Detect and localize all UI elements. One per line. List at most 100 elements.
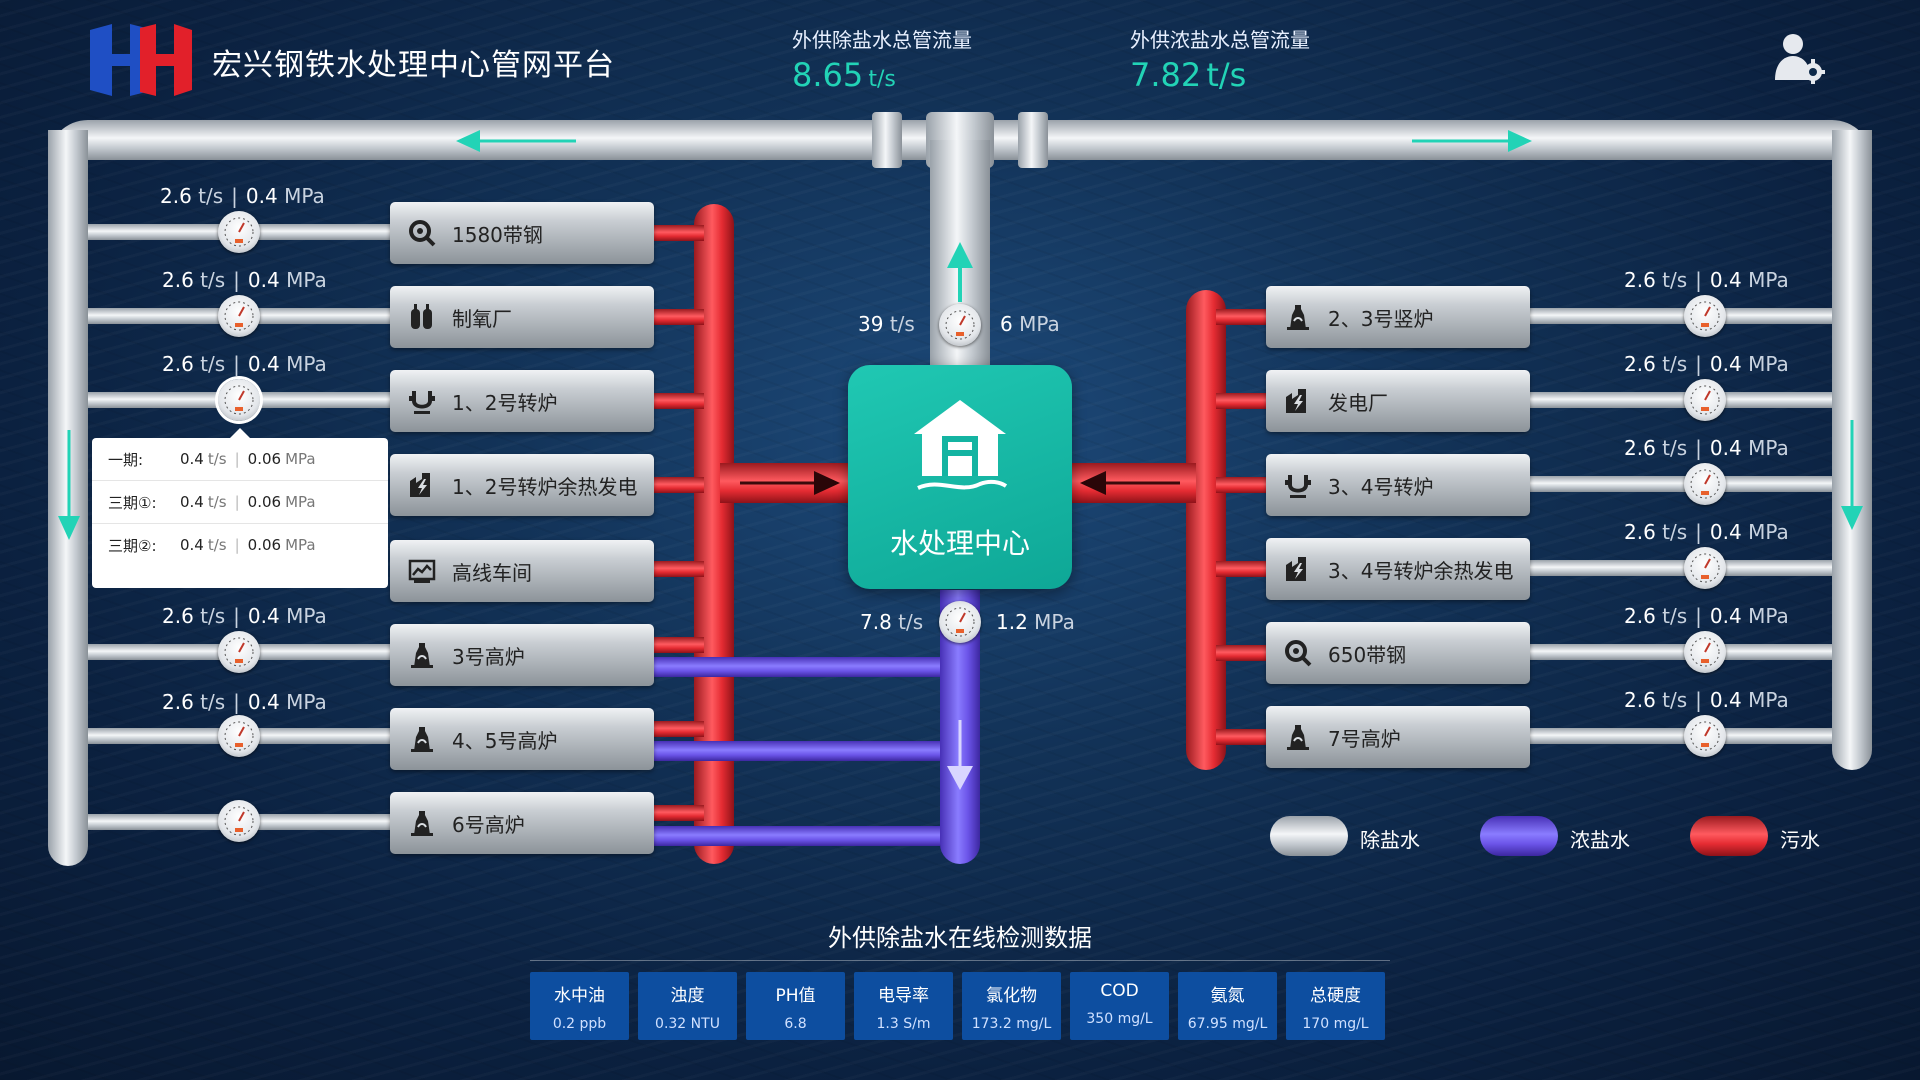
flow-value: 2.6 xyxy=(1624,520,1656,544)
branch-pipe xyxy=(1524,308,1832,324)
popup-pointer xyxy=(230,428,250,438)
monitor-cell-turbidity: 浊度 0.32 NTU xyxy=(638,972,737,1040)
plant-converter-3-4[interactable]: 3、4号转炉 xyxy=(1266,454,1530,516)
plant-shaft-furnace-2-3[interactable]: 2、3号竖炉 xyxy=(1266,286,1530,348)
plant-label: 7号高炉 xyxy=(1328,726,1401,751)
pressure-gauge[interactable] xyxy=(1684,379,1726,421)
branch-reading: 2.6 t/s | 0.4 MPa xyxy=(162,352,327,376)
branch-reading: 2.6 t/s | 0.4 MPa xyxy=(162,690,327,714)
page-title: 宏兴钢铁水处理中心管网平台 xyxy=(212,48,615,83)
converter-icon xyxy=(1285,475,1311,498)
monitor-item-value: 350 mg/L xyxy=(1086,1011,1153,1027)
pressure-gauge-main-outlet[interactable] xyxy=(939,304,981,346)
monitor-item-name: PH值 xyxy=(775,986,816,1006)
flow-arrow-down-icon xyxy=(58,430,80,540)
inflow-arrow-right-icon xyxy=(740,471,840,495)
flow-unit: t/s xyxy=(200,604,226,628)
plant-blast-furnace-6[interactable]: 6号高炉 xyxy=(390,792,654,854)
inflow-arrow-left-icon xyxy=(1080,471,1180,495)
plant-label: 1580带钢 xyxy=(452,222,543,247)
pressure-value: 0.4 xyxy=(1709,688,1742,712)
popup-pressure: 0.06 xyxy=(247,450,282,468)
plant-label: 高线车间 xyxy=(452,560,532,585)
monitor-title: 外供除盐水在线检测数据 xyxy=(828,924,1092,952)
plant-converter-1-2-heat-power[interactable]: 1、2号转炉余热发电 xyxy=(390,454,654,516)
plant-1580-strip-steel[interactable]: 1580带钢 xyxy=(390,202,654,264)
pressure-gauge[interactable] xyxy=(218,715,260,757)
popup-flow-unit: t/s xyxy=(207,450,227,468)
plant-label: 1、2号转炉余热发电 xyxy=(452,474,638,499)
plant-oxygen[interactable]: 制氧厂 xyxy=(390,286,654,348)
pressure-gauge[interactable] xyxy=(1684,715,1726,757)
popup-row-label: 三期①: xyxy=(108,493,157,512)
legend-swatch-sewage xyxy=(1690,816,1768,856)
pressure-gauge[interactable] xyxy=(218,800,260,842)
branch-reading: 2.6 t/s | 0.4 MPa xyxy=(1624,352,1789,376)
center-label: 水处理中心 xyxy=(889,527,1030,560)
plant-blast-furnace-4-5[interactable]: 4、5号高炉 xyxy=(390,708,654,770)
plant-converter-3-4-heat-power[interactable]: 3、4号转炉余热发电 xyxy=(1266,538,1530,600)
brine-flow-value: 7.82 xyxy=(1130,56,1202,94)
plant-blast-furnace-7[interactable]: 7号高炉 xyxy=(1266,706,1530,768)
branch-pipe xyxy=(1524,728,1832,744)
pressure-gauge[interactable] xyxy=(218,631,260,673)
legend-swatch-desalt xyxy=(1270,816,1348,856)
branch-reading: 2.6 t/s | 0.4 MPa xyxy=(1624,688,1789,712)
flow-value: 2.6 xyxy=(1624,436,1656,460)
popup-flow-unit: t/s xyxy=(207,536,227,554)
monitor-cell-oil: 水中油 0.2 ppb xyxy=(530,972,629,1040)
flow-value: 2.6 xyxy=(162,352,194,376)
pressure-unit: MPa xyxy=(286,690,327,714)
sewage-pipe xyxy=(1216,309,1266,325)
blast-furnace-icon xyxy=(411,811,433,836)
monitor-item-value: 173.2 mg/L xyxy=(971,1016,1052,1032)
popup-flow-unit: t/s xyxy=(207,493,227,511)
branch-reading: 2.6 t/s | 0.4 MPa xyxy=(1624,604,1789,628)
t-joint-collar xyxy=(1018,112,1048,168)
pressure-gauge-brine-outlet[interactable] xyxy=(939,601,981,643)
pressure-value: 0.4 xyxy=(247,352,280,376)
monitor-item-name: 电导率 xyxy=(878,986,929,1006)
blast-furnace-icon xyxy=(1287,725,1309,750)
pressure-value: 0.4 xyxy=(247,690,280,714)
plant-converter-1-2[interactable]: 1、2号转炉 xyxy=(390,370,654,432)
flow-unit: t/s xyxy=(889,312,915,336)
user-settings-icon[interactable] xyxy=(1775,32,1825,84)
pressure-gauge-selected[interactable] xyxy=(218,379,260,421)
sewage-pipe xyxy=(1216,561,1266,577)
pressure-gauge[interactable] xyxy=(218,295,260,337)
blast-furnace-icon xyxy=(1287,305,1309,330)
popup-pressure: 0.06 xyxy=(247,536,282,554)
plant-650-strip-steel[interactable]: 650带钢 xyxy=(1266,622,1530,684)
monitor-item-value: 6.8 xyxy=(784,1016,807,1032)
pressure-gauge[interactable] xyxy=(1684,547,1726,589)
monitor-item-value: 170 mg/L xyxy=(1302,1016,1369,1032)
plant-label: 发电厂 xyxy=(1328,390,1388,415)
pressure-value: 0.4 xyxy=(1709,604,1742,628)
search-icon xyxy=(1285,640,1312,667)
plant-power-station[interactable]: 发电厂 xyxy=(1266,370,1530,432)
branch-reading: 2.6 t/s | 0.4 MPa xyxy=(162,604,327,628)
plant-wire-rod-workshop[interactable]: 高线车间 xyxy=(390,540,654,602)
monitor-item-value: 67.95 mg/L xyxy=(1187,1016,1268,1032)
branch-reading: 2.6 t/s | 0.4 MPa xyxy=(162,268,327,292)
brine-flow-label: 外供浓盐水总管流量 xyxy=(1130,28,1310,52)
pressure-gauge[interactable] xyxy=(1684,463,1726,505)
pressure-gauge[interactable] xyxy=(1684,631,1726,673)
pressure-gauge[interactable] xyxy=(1684,295,1726,337)
pressure-unit: MPa xyxy=(1034,610,1075,634)
flow-unit: t/s xyxy=(1662,268,1688,292)
monitor-item-name: 氨氮 xyxy=(1210,986,1245,1006)
pressure-gauge[interactable] xyxy=(218,211,260,253)
popup-row: 三期②: 0.4 t/s | 0.06 MPa xyxy=(108,536,316,555)
pressure-value: 6 xyxy=(1000,312,1013,336)
pressure-unit: MPa xyxy=(286,352,327,376)
plant-label: 3号高炉 xyxy=(452,644,525,669)
flow-arrow-right-icon xyxy=(1412,130,1532,152)
pressure-unit: MPa xyxy=(286,268,327,292)
plant-label: 650带钢 xyxy=(1328,642,1407,667)
desalt-flow-value: 8.65 xyxy=(792,56,864,94)
plant-blast-furnace-3[interactable]: 3号高炉 xyxy=(390,624,654,686)
popup-flow: 0.4 xyxy=(180,450,204,468)
pressure-unit: MPa xyxy=(1019,312,1060,336)
